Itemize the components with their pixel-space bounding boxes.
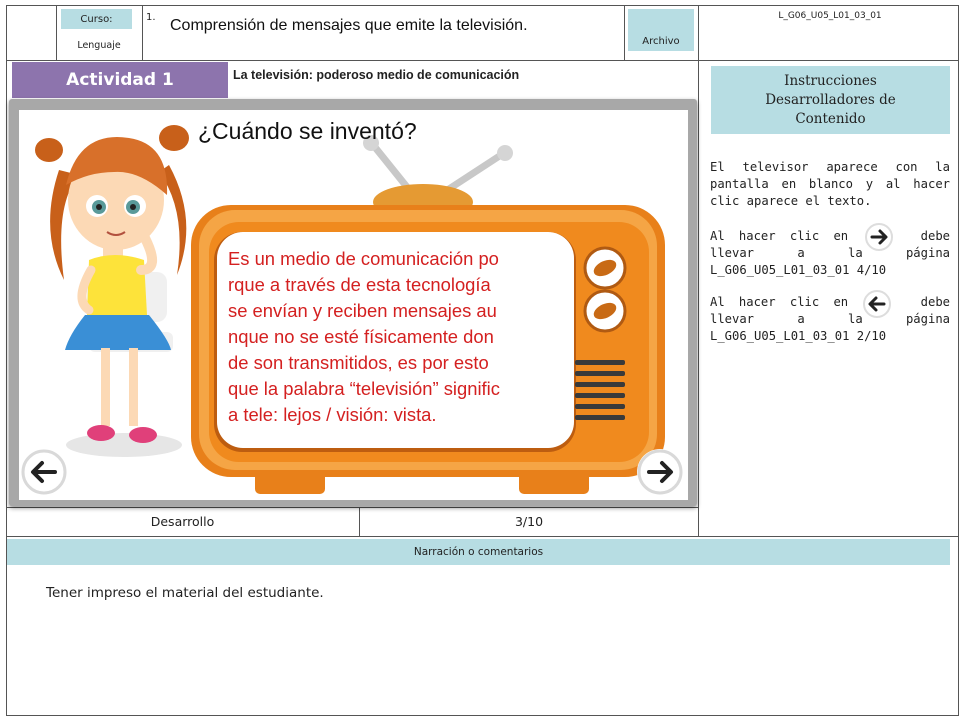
tv-text-line: a tele: lejos / visión: vista.	[228, 404, 437, 425]
grid-line	[6, 536, 959, 537]
prev-button-reference	[862, 289, 892, 319]
narration-text: Tener impreso el material del estudiante…	[46, 585, 324, 601]
arrow-right-icon	[637, 449, 683, 495]
prev-button[interactable]	[21, 449, 67, 495]
arrow-left-icon	[863, 290, 891, 318]
slide-heading: ¿Cuándo se inventó?	[198, 118, 417, 144]
course-number: 1.	[146, 12, 156, 23]
instruction-paragraph-1: El televisor aparece con la pantalla en …	[710, 160, 950, 208]
instruction-text: Al hacer clic en	[710, 295, 849, 309]
grid-line	[624, 5, 625, 60]
instruction-text: Al hacer clic en	[710, 229, 849, 243]
grid-line	[6, 5, 959, 6]
next-button[interactable]	[637, 449, 683, 495]
page-title: Comprensión de mensajes que emite la tel…	[170, 17, 528, 34]
grid-line	[6, 715, 959, 716]
grid-line	[698, 5, 699, 536]
narration-header: Narración o comentarios	[7, 539, 950, 565]
tv-screen-text: Es un medio de comunicación po rque a tr…	[228, 246, 572, 428]
instructions-header: Instrucciones Desarrolladores de Conteni…	[711, 66, 950, 134]
tv-text-line: que la palabra “televisión” signific	[228, 378, 500, 399]
curso-value: Lenguaje	[77, 40, 121, 51]
arrow-right-icon	[865, 223, 893, 251]
document-code: L_G06_U05_L01_03_01	[778, 11, 882, 21]
instruction-paragraph-3: Al hacer clic en debe llevar a la página…	[710, 294, 950, 345]
tv-text-line: Es un medio de comunicación po	[228, 248, 499, 269]
activity-badge: Actividad 1	[12, 62, 228, 98]
instructions-header-text: Instrucciones Desarrolladores de Conteni…	[765, 73, 896, 127]
grid-line	[6, 507, 698, 508]
grid-line	[958, 5, 959, 716]
next-button-reference	[864, 222, 894, 252]
activity-title: La televisión: poderoso medio de comunic…	[233, 68, 520, 82]
page-counter: 3/10	[514, 514, 544, 529]
curso-label: Curso:	[61, 9, 132, 29]
grid-line	[6, 5, 7, 716]
instruction-paragraph-2: Al hacer clic en debe llevar a la página…	[710, 228, 950, 279]
tv-text-line: de son transmitidos, es por esto	[228, 352, 489, 373]
tv-text-line: se envían y reciben mensajes au	[228, 300, 497, 321]
tv-text-line: nque no se esté físicamente don	[228, 326, 494, 347]
grid-line	[56, 5, 57, 60]
section-label: Desarrollo	[150, 514, 215, 529]
arrow-left-icon	[21, 449, 67, 495]
tv-text-line: rque a través de esta tecnología	[228, 274, 491, 295]
archivo-label: Archivo	[628, 9, 694, 51]
grid-line	[142, 5, 143, 60]
grid-line	[6, 60, 959, 61]
